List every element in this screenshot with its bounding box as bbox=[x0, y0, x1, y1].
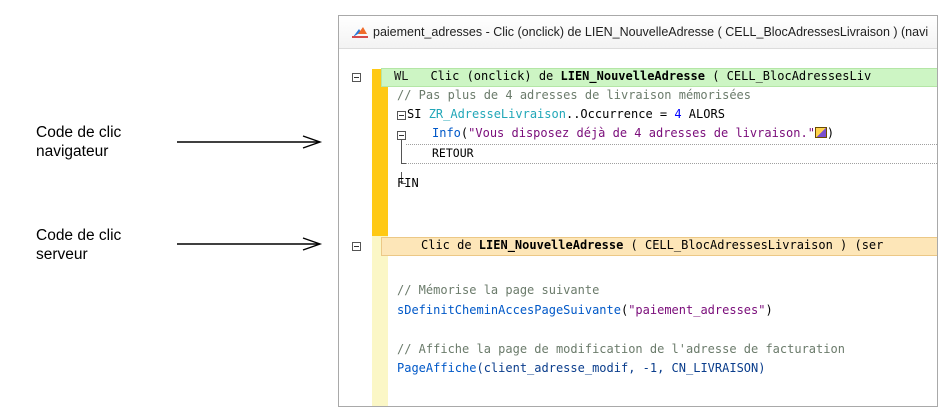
definit-string: "paiement_adresses" bbox=[628, 303, 766, 317]
client-annotation-line1: Code de clic bbox=[36, 124, 122, 141]
server-code-gutter bbox=[372, 236, 388, 406]
dotted-separator bbox=[406, 163, 937, 164]
info-string: "Vous disposez déjà de 4 adresses de liv… bbox=[468, 126, 815, 140]
dotted-separator bbox=[406, 144, 937, 145]
server-arrow-icon bbox=[177, 237, 323, 251]
code-line-fin: FIN bbox=[397, 176, 419, 190]
si-variable: ZR_AdresseLivraison bbox=[428, 107, 566, 121]
fold-guide bbox=[401, 140, 402, 163]
collapse-si-icon[interactable] bbox=[397, 111, 406, 120]
browser-header-suffix: ( CELL_BlocAdressesLiv bbox=[705, 69, 872, 83]
collapse-browser-block-icon[interactable] bbox=[352, 73, 361, 82]
browser-header-link: LIEN_NouvelleAdresse bbox=[560, 69, 706, 83]
browser-code-gutter bbox=[372, 69, 388, 236]
collapse-info-icon[interactable] bbox=[397, 131, 406, 140]
fold-column bbox=[340, 51, 370, 406]
pageaffiche-function: PageAffiche bbox=[397, 361, 477, 375]
client-annotation-line2: navigateur bbox=[36, 143, 109, 160]
code-line-call-definit: sDefinitCheminAccesPageSuivante("paiemen… bbox=[397, 301, 773, 320]
editor-tab[interactable]: paiement_adresses - Clic (onclick) de LI… bbox=[339, 16, 937, 49]
server-header-link: LIEN_NouvelleAdresse bbox=[478, 238, 624, 252]
server-annotation-line2: serveur bbox=[36, 246, 88, 263]
server-annotation-line1: Code de clic bbox=[36, 227, 122, 244]
server-code-annotation: Code de clic serveur bbox=[36, 226, 121, 264]
code-line-comment: // Pas plus de 4 adresses de livraison m… bbox=[397, 88, 752, 102]
code-editor-window: paiement_adresses - Clic (onclick) de LI… bbox=[338, 15, 938, 407]
message-icon bbox=[814, 127, 827, 138]
code-line-comment-memorise: // Mémorise la page suivante bbox=[397, 283, 600, 297]
si-keyword: SI bbox=[407, 107, 429, 121]
wl-badge: WL bbox=[394, 69, 409, 83]
info-close: ) bbox=[826, 126, 835, 140]
server-header-prefix: Clic de bbox=[421, 238, 479, 252]
collapse-server-block-icon[interactable] bbox=[352, 242, 361, 251]
info-function: Info bbox=[432, 126, 461, 140]
code-line-call-pageaffiche: PageAffiche(client_adresse_modif, -1, CN… bbox=[397, 359, 765, 378]
si-alors: ALORS bbox=[681, 107, 725, 121]
code-line-retour: RETOUR bbox=[432, 146, 474, 160]
editor-title: paiement_adresses - Clic (onclick) de LI… bbox=[373, 25, 929, 39]
code-line-info: Info("Vous disposez déjà de 4 adresses d… bbox=[432, 124, 834, 143]
client-arrow-icon bbox=[177, 135, 323, 149]
code-pane[interactable]: WL Clic (onclick) de LIEN_NouvelleAdresse… bbox=[340, 51, 937, 406]
browser-code-header: WL Clic (onclick) de LIEN_NouvelleAdresse… bbox=[394, 67, 871, 86]
si-number: 4 bbox=[674, 107, 682, 121]
si-rest: ..Occurrence = bbox=[565, 107, 675, 121]
definit-close: ) bbox=[765, 303, 773, 317]
code-line-comment-affiche: // Affiche la page de modification de l'… bbox=[397, 342, 845, 356]
server-header-suffix: ( CELL_BlocAdressesLivraison ) (ser bbox=[623, 238, 884, 252]
event-code-icon bbox=[352, 27, 368, 38]
client-code-annotation: Code de clic navigateur bbox=[36, 123, 121, 161]
code-line-si: SI ZR_AdresseLivraison..Occurrence = 4 A… bbox=[407, 105, 725, 124]
pageaffiche-args: (client_adresse_modif, -1, CN_LIVRAISON) bbox=[476, 361, 766, 375]
definit-function: sDefinitCheminAccesPageSuivante bbox=[397, 303, 621, 317]
browser-header-prefix: Clic (onclick) de bbox=[430, 69, 561, 83]
server-code-header: Clic de LIEN_NouvelleAdresse ( CELL_Bloc… bbox=[421, 236, 883, 255]
